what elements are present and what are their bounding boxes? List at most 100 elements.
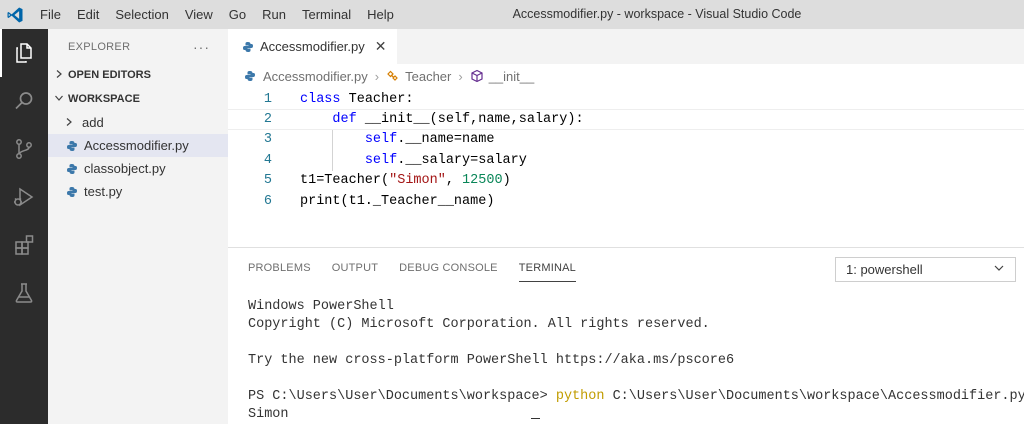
code-self: self — [364, 152, 398, 168]
python-file-icon — [240, 39, 256, 55]
extensions-icon[interactable] — [0, 221, 48, 269]
workspace-label: WORKSPACE — [68, 93, 140, 105]
code-text: self.__name=name — [300, 132, 495, 148]
code-self: self — [364, 132, 398, 148]
terminal-line: Simon — [248, 407, 289, 422]
bottom-panel: PROBLEMS OUTPUT DEBUG CONSOLE TERMINAL 1… — [228, 247, 1024, 424]
code-text: t1=Teacher("Simon", 12500) — [300, 173, 511, 188]
menu-go[interactable]: Go — [221, 0, 254, 29]
code-line: 3 self.__name=name — [228, 129, 1024, 151]
tab-output[interactable]: OUTPUT — [332, 262, 378, 282]
code-text: class Teacher: — [300, 92, 413, 107]
code-text-rest: Teacher: — [340, 91, 414, 107]
explorer-title: EXPLORER — [68, 40, 131, 53]
python-file-icon — [64, 184, 80, 200]
chevron-right-icon: › — [458, 68, 463, 84]
class-icon — [386, 69, 400, 83]
terminal-select[interactable]: 1: powershell — [835, 257, 1016, 282]
chevron-down-icon — [54, 93, 68, 106]
menu-run[interactable]: Run — [254, 0, 294, 29]
indent-guide — [332, 150, 333, 172]
code-text: self.__salary=salary — [300, 153, 527, 168]
menu-view[interactable]: View — [177, 0, 221, 29]
tab-accessmodifier[interactable]: Accessmodifier.py ✕ — [228, 29, 397, 64]
more-actions-icon[interactable]: ··· — [193, 39, 210, 55]
file-item-classobject[interactable]: classobject.py — [48, 157, 228, 180]
explorer-sidebar: EXPLORER ··· OPEN EDITORS WORKSPACE add … — [48, 29, 228, 424]
code-line-current: 2 def __init__(self,name,salary): — [228, 109, 1024, 130]
breadcrumb: Accessmodifier.py › Teacher › __init__ — [228, 64, 1024, 88]
breadcrumb-class[interactable]: Teacher — [405, 69, 451, 84]
code-text: print(t1._Teacher__name) — [300, 193, 495, 209]
explorer-header: EXPLORER ··· — [48, 29, 228, 64]
code-line: 1 class Teacher: — [228, 89, 1024, 109]
code-text-rest: .__salary=salary — [397, 152, 527, 168]
breadcrumb-method[interactable]: __init__ — [489, 69, 535, 84]
open-editors-section[interactable]: OPEN EDITORS — [48, 64, 228, 86]
code-text-part: ) — [502, 173, 511, 189]
menu-file[interactable]: File — [32, 0, 69, 29]
breadcrumb-file[interactable]: Accessmodifier.py — [263, 69, 368, 84]
chevron-right-icon — [54, 69, 68, 82]
method-icon — [470, 69, 484, 83]
file-label: test.py — [84, 184, 123, 199]
menu-help[interactable]: Help — [359, 0, 402, 29]
code-line: 6 print(t1._Teacher__name) — [228, 191, 1024, 211]
folder-label: add — [82, 115, 104, 130]
tab-label: Accessmodifier.py — [260, 39, 365, 54]
activity-bar — [0, 29, 48, 424]
folder-item-add[interactable]: add — [48, 111, 228, 134]
code-line: 5 t1=Teacher("Simon", 12500) — [228, 171, 1024, 191]
workspace-section[interactable]: WORKSPACE — [48, 88, 228, 110]
chevron-right-icon: › — [374, 68, 380, 84]
close-icon[interactable]: ✕ — [375, 38, 387, 55]
code-string: "Simon" — [389, 173, 446, 189]
file-item-accessmodifier[interactable]: Accessmodifier.py — [48, 134, 228, 157]
chevron-right-icon — [64, 116, 82, 130]
file-label: classobject.py — [84, 161, 166, 176]
indent-guide — [332, 129, 333, 151]
code-text-part: t1=Teacher( — [300, 173, 390, 189]
menu-edit[interactable]: Edit — [69, 0, 107, 29]
python-file-icon — [242, 68, 258, 84]
chevron-down-icon — [993, 262, 1005, 277]
line-number: 5 — [263, 173, 272, 189]
python-file-icon — [64, 161, 80, 177]
code-text-rest: .__name=name — [397, 132, 495, 148]
testing-icon[interactable] — [0, 269, 48, 317]
code-line: 4 self.__salary=salary — [228, 150, 1024, 172]
title-bar: File Edit Selection View Go Run Terminal… — [0, 0, 1024, 29]
search-icon[interactable] — [0, 77, 48, 125]
run-debug-icon[interactable] — [0, 173, 48, 221]
terminal-command: python — [555, 389, 605, 404]
panel-tabs: PROBLEMS OUTPUT DEBUG CONSOLE TERMINAL — [248, 262, 597, 282]
open-editors-label: OPEN EDITORS — [68, 69, 151, 81]
tab-problems[interactable]: PROBLEMS — [248, 262, 311, 282]
menu-terminal[interactable]: Terminal — [294, 0, 359, 29]
terminal-line: Try the new cross-platform PowerShell ht… — [248, 353, 735, 368]
terminal-output[interactable]: Windows PowerShell Copyright (C) Microso… — [248, 298, 1024, 424]
editor-tabs: Accessmodifier.py ✕ — [228, 29, 1024, 64]
code-text-rest: __init__(self,name,salary): — [356, 112, 584, 128]
source-control-icon[interactable] — [0, 125, 48, 173]
code-keyword: def — [332, 112, 357, 128]
terminal-args: C:\Users\User\Documents\workspace\Access… — [604, 389, 1024, 404]
terminal-prompt: PS C:\Users\User\Documents\workspace> — [248, 389, 556, 404]
menu-selection[interactable]: Selection — [107, 0, 176, 29]
code-editor[interactable]: 1 class Teacher: 2 def __init__(self,nam… — [228, 89, 1024, 245]
tab-debug-console[interactable]: DEBUG CONSOLE — [399, 262, 498, 282]
file-item-test[interactable]: test.py — [48, 180, 228, 203]
line-number: 6 — [263, 193, 272, 209]
terminal-cursor — [531, 418, 540, 419]
explorer-icon[interactable] — [0, 29, 48, 77]
line-number: 1 — [263, 91, 272, 107]
terminal-select-value: 1: powershell — [846, 262, 923, 277]
terminal-command-line: PS C:\Users\User\Documents\workspace> py… — [248, 388, 1024, 406]
terminal-line: Copyright (C) Microsoft Corporation. All… — [248, 317, 710, 332]
tab-terminal[interactable]: TERMINAL — [518, 262, 576, 282]
code-text-part: , — [445, 173, 463, 189]
file-label: Accessmodifier.py — [84, 138, 189, 153]
line-number: 2 — [263, 112, 272, 128]
